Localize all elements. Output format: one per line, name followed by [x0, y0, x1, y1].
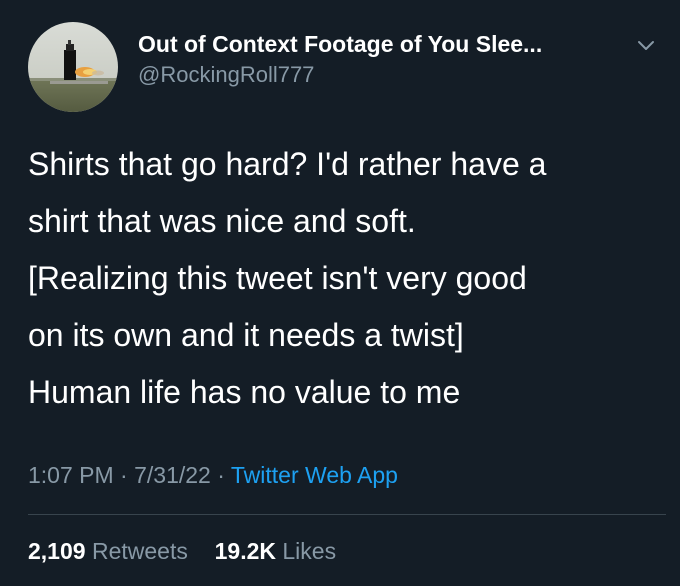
author-display-name[interactable]: Out of Context Footage of You Slee... [138, 30, 638, 58]
meta-separator: · [120, 462, 128, 488]
avatar[interactable] [28, 22, 118, 112]
chevron-down-icon[interactable] [634, 36, 658, 54]
divider [28, 514, 666, 515]
retweets-count: 2,109 [28, 538, 86, 564]
retweets-label: Retweets [91, 538, 188, 564]
likes-stat[interactable]: 19.2K Likes [215, 538, 336, 564]
tweet-card: Out of Context Footage of You Slee... @R… [0, 0, 680, 586]
tweet-text-line: Shirts that go hard? I'd rather have a [28, 146, 547, 182]
avatar-image [28, 22, 118, 112]
tweet-text-line: Human life has no value to me [28, 374, 461, 410]
likes-count: 19.2K [214, 538, 276, 564]
tweet-text-line: shirt that was nice and soft. [28, 203, 416, 239]
tweet-text: Shirts that go hard? I'd rather have a s… [28, 136, 658, 421]
tweet-source-link[interactable]: Twitter Web App [231, 462, 398, 488]
tweet-time[interactable]: 1:07 PM [28, 462, 114, 488]
tweet-date[interactable]: 7/31/22 [134, 462, 211, 488]
author-handle[interactable]: @RockingRoll777 [138, 60, 638, 90]
tweet-header: Out of Context Footage of You Slee... @R… [28, 22, 658, 112]
retweets-stat[interactable]: 2,109 Retweets [28, 538, 194, 564]
tweet-meta: 1:07 PM · 7/31/22 · Twitter Web App [28, 458, 398, 492]
tweet-text-line: [Realizing this tweet isn't very good [28, 260, 527, 296]
tweet-stats: 2,109 Retweets 19.2K Likes [28, 534, 336, 568]
tweet-text-line: on its own and it needs a twist] [28, 317, 464, 353]
meta-separator: · [217, 462, 225, 488]
author-names: Out of Context Footage of You Slee... @R… [138, 30, 638, 90]
likes-label: Likes [282, 538, 337, 564]
